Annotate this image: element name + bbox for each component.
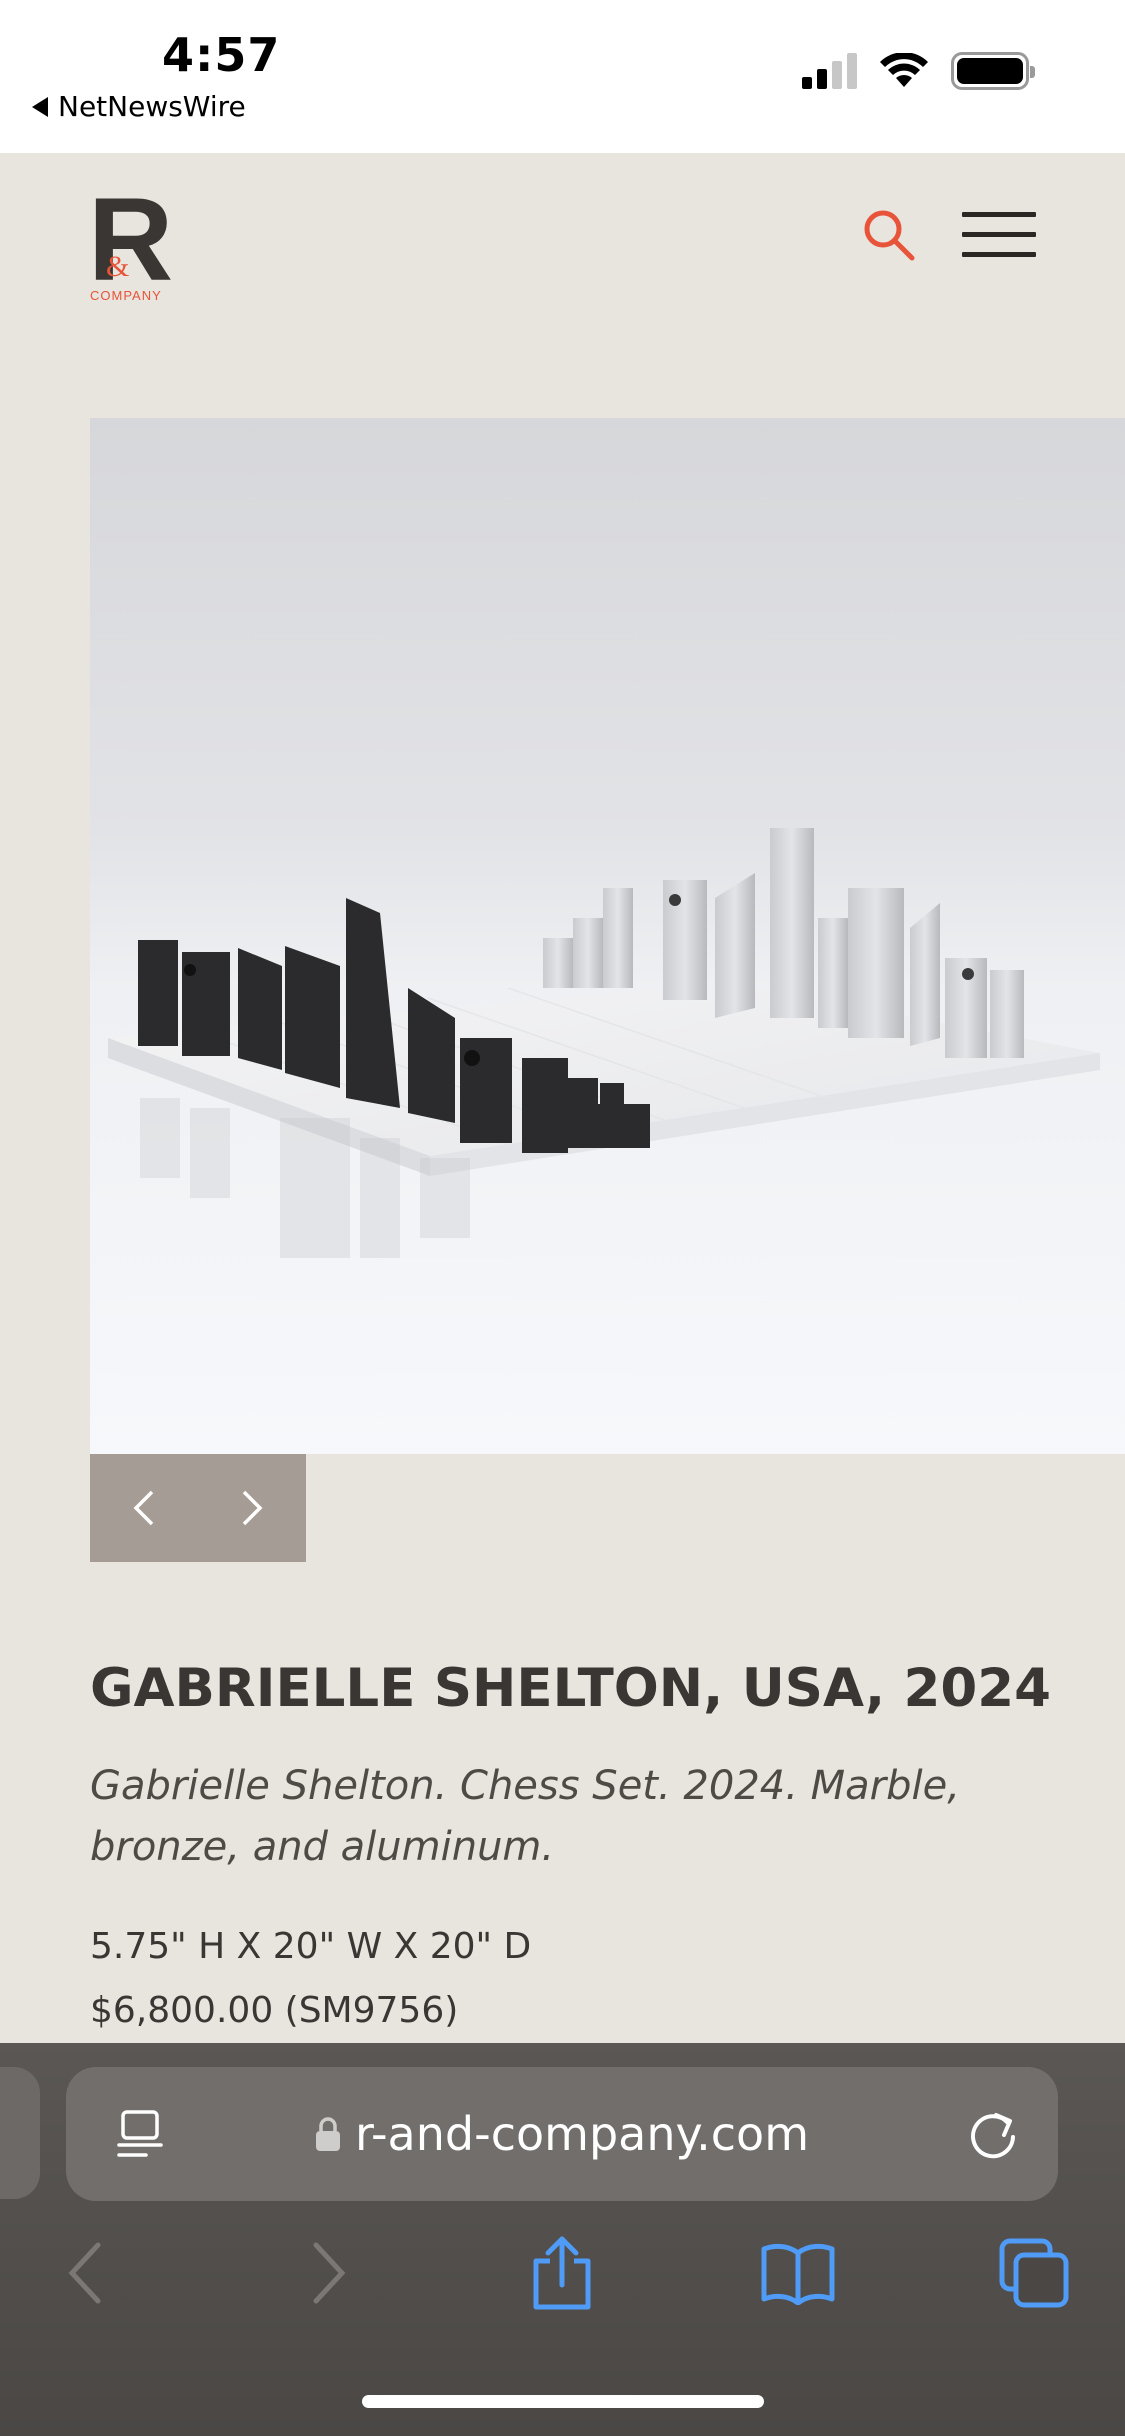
product-caption: Gabrielle Shelton. Chess Set. 2024. Marb…: [90, 1763, 960, 1870]
search-button[interactable]: [862, 208, 916, 262]
tabs-icon: [999, 2238, 1069, 2308]
menu-line: [962, 232, 1036, 237]
back-button[interactable]: [46, 2233, 126, 2313]
cellular-signal-icon: [802, 53, 857, 89]
status-bar: 4:57 NetNewsWire: [0, 0, 1125, 153]
safari-bottom-bar: r-and-company.com: [0, 2043, 1125, 2436]
hamburger-menu-button[interactable]: [962, 212, 1036, 258]
chevron-right-icon: [313, 2242, 346, 2304]
lock-icon: [315, 2117, 340, 2151]
logo-letter: R: [88, 174, 173, 306]
back-to-app-link[interactable]: NetNewsWire: [32, 90, 246, 123]
previous-image-button[interactable]: [90, 1454, 198, 1562]
menu-line: [962, 252, 1036, 257]
search-icon: [864, 210, 915, 261]
logo-company: COMPANY: [90, 288, 162, 303]
bookmarks-button[interactable]: [758, 2233, 838, 2313]
forward-button[interactable]: [288, 2233, 368, 2313]
site-logo[interactable]: R & COMPANY: [88, 174, 178, 310]
image-slider-nav: [90, 1454, 306, 1562]
product-title: GABRIELLE SHELTON, USA, 2024: [90, 1658, 1052, 1719]
product-price: $6,800.00 (SM9756): [90, 1990, 459, 2031]
wifi-icon: [880, 53, 928, 87]
status-icons: [802, 52, 1035, 90]
chevron-right-icon: [242, 1490, 263, 1526]
logo-ampersand: &: [106, 250, 130, 283]
product-dimensions: 5.75" H X 20" W X 20" D: [90, 1926, 532, 1967]
chevron-left-icon: [133, 1490, 154, 1526]
status-time: 4:57: [162, 28, 281, 82]
next-image-button[interactable]: [198, 1454, 306, 1562]
tabs-button[interactable]: [994, 2233, 1074, 2313]
browser-toolbar: [0, 2233, 1125, 2323]
previous-tab-edge[interactable]: [0, 2067, 40, 2199]
product-image[interactable]: [90, 418, 1125, 1454]
menu-line: [962, 212, 1036, 217]
address-bar[interactable]: r-and-company.com: [66, 2067, 1058, 2201]
share-button[interactable]: [522, 2233, 602, 2313]
back-app-label: NetNewsWire: [58, 90, 246, 123]
reload-icon[interactable]: [966, 2107, 1020, 2161]
back-triangle-icon: [32, 96, 48, 117]
chess-set-photo: [108, 828, 1100, 1258]
home-indicator[interactable]: [362, 2395, 764, 2408]
chevron-left-icon: [68, 2242, 101, 2304]
url-text: r-and-company.com: [354, 2107, 810, 2161]
book-icon: [761, 2243, 835, 2305]
url-display[interactable]: r-and-company.com: [66, 2107, 1058, 2161]
share-icon: [533, 2236, 591, 2310]
battery-icon: [951, 52, 1035, 90]
